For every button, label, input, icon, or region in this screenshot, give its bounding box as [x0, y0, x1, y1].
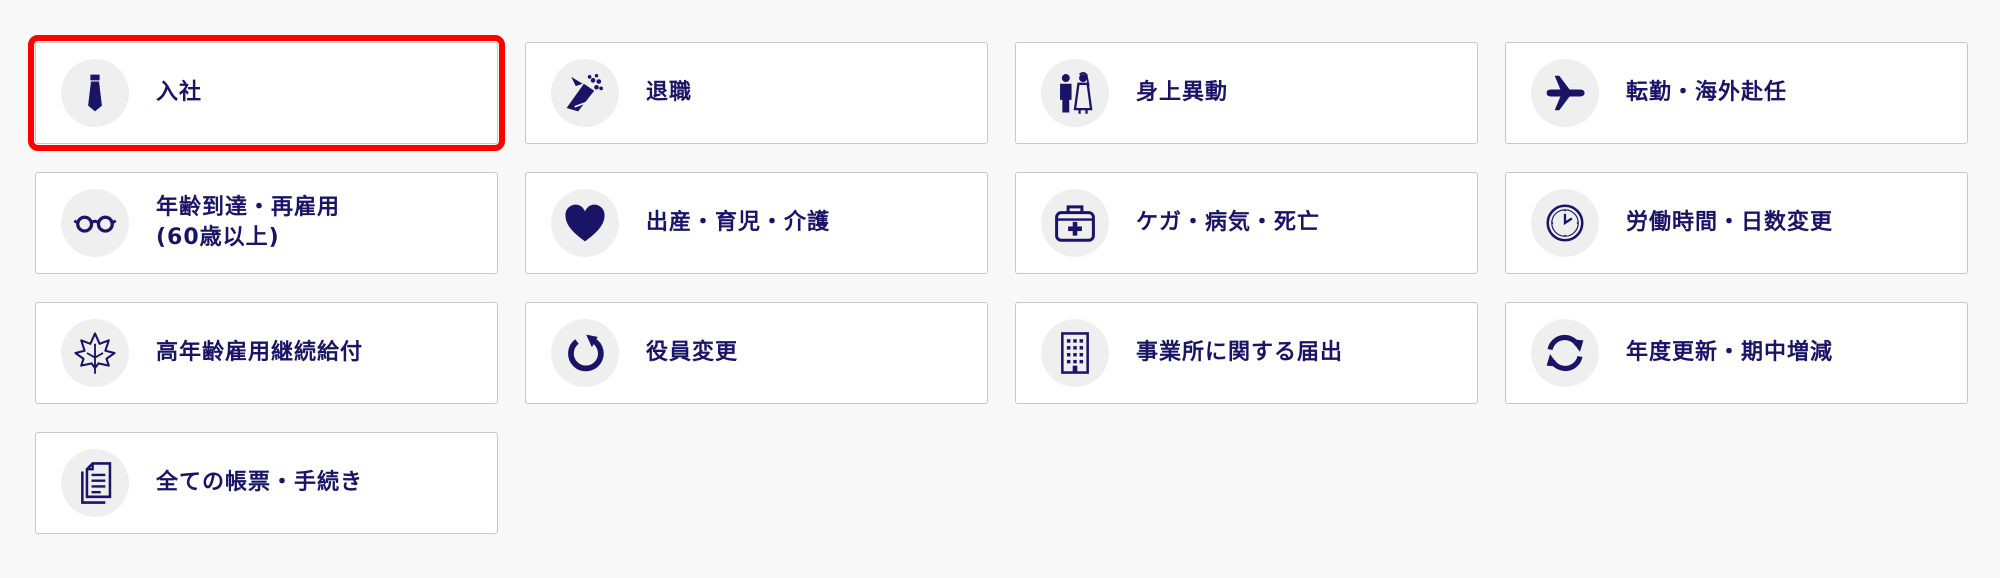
office-building-icon [1041, 319, 1109, 387]
necktie-icon [61, 59, 129, 127]
procedure-label: 役員変更 [646, 340, 739, 365]
procedure-label: 年齢到達・再雇用 (60歳以上) [156, 193, 483, 253]
airplane-icon [1531, 59, 1599, 127]
procedure-label-line1: 年齢到達・再雇用 [156, 195, 341, 220]
procedure-label: 高年齢雇用継続給付 [156, 340, 364, 365]
procedure-label: 全ての帳票・手続き [156, 470, 364, 495]
procedure-card-konenrei-koyo[interactable]: 高年齢雇用継続給付 [35, 302, 498, 404]
documents-icon [61, 449, 129, 517]
procedure-card-shinjo-ido[interactable]: 身上異動 [1015, 42, 1478, 144]
maple-leaf-icon [61, 319, 129, 387]
procedure-card-nendo-koshin[interactable]: 年度更新・期中増減 [1505, 302, 1968, 404]
procedure-menu-grid: 入社 退職 身上異動 転勤・海外赴任 年齢到達・再雇用 (60歳以上) 出産・育… [28, 35, 1968, 534]
procedure-card-kega[interactable]: ケガ・病気・死亡 [1015, 172, 1478, 274]
clock-icon [1531, 189, 1599, 257]
wedding-couple-icon [1041, 59, 1109, 127]
procedure-label: 事業所に関する届出 [1136, 340, 1344, 365]
procedure-label: 出産・育児・介護 [646, 210, 831, 235]
heart-icon [551, 189, 619, 257]
rotate-arrow-icon [551, 319, 619, 387]
procedure-card-nyusha[interactable]: 入社 [28, 35, 505, 151]
procedure-card-rodo-jikan[interactable]: 労働時間・日数変更 [1505, 172, 1968, 274]
procedure-card-all-forms[interactable]: 全ての帳票・手続き [35, 432, 498, 534]
procedure-card-shussan[interactable]: 出産・育児・介護 [525, 172, 988, 274]
procedure-label: 入社 [156, 80, 203, 105]
bouquet-icon [551, 59, 619, 127]
procedure-label: 年度更新・期中増減 [1626, 340, 1834, 365]
procedure-card-nenrei-totatsu[interactable]: 年齢到達・再雇用 (60歳以上) [35, 172, 498, 274]
procedure-card-taishoku[interactable]: 退職 [525, 42, 988, 144]
procedure-label: 退職 [646, 80, 693, 105]
procedure-label-line2: (60歳以上) [156, 225, 280, 250]
procedure-label: 身上異動 [1136, 80, 1229, 105]
procedure-card-yakuin-henko[interactable]: 役員変更 [525, 302, 988, 404]
procedure-label: 労働時間・日数変更 [1626, 210, 1834, 235]
sync-arrows-icon [1531, 319, 1599, 387]
glasses-icon [61, 189, 129, 257]
medical-kit-icon [1041, 189, 1109, 257]
procedure-card-tenkin[interactable]: 転勤・海外赴任 [1505, 42, 1968, 144]
procedure-card-jigyosho[interactable]: 事業所に関する届出 [1015, 302, 1478, 404]
procedure-label: ケガ・病気・死亡 [1136, 210, 1321, 235]
procedure-label: 転勤・海外赴任 [1626, 80, 1788, 105]
